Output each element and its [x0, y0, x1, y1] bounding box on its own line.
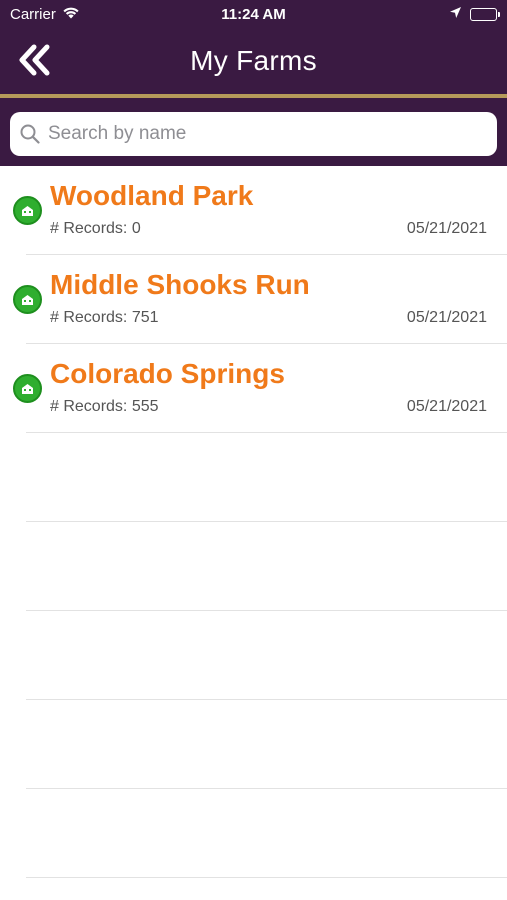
search-field[interactable]	[10, 112, 497, 156]
farm-icon	[13, 196, 42, 225]
farm-record-count: # Records: 0	[50, 220, 141, 237]
empty-row	[0, 611, 507, 700]
farm-name: Middle Shooks Run	[50, 269, 310, 300]
page-title: My Farms	[190, 45, 317, 76]
navigation-bar: My Farms	[0, 28, 507, 94]
search-input[interactable]	[48, 123, 487, 145]
farm-icon	[13, 374, 42, 403]
empty-row	[0, 789, 507, 878]
battery-icon	[470, 7, 500, 21]
farm-date: 05/21/2021	[406, 309, 487, 326]
status-bar: Carrier 11:24 AM	[0, 0, 507, 28]
farm-row[interactable]: Woodland Park # Records: 0 05/21/2021	[0, 166, 507, 255]
empty-row	[0, 522, 507, 611]
farm-date: 05/21/2021	[406, 398, 487, 415]
farm-record-count: # Records: 555	[50, 398, 159, 415]
carrier-label: Carrier	[10, 5, 56, 23]
wifi-icon	[62, 6, 80, 23]
location-arrow-icon	[449, 6, 462, 23]
farm-name: Colorado Springs	[50, 358, 285, 389]
search-bar	[0, 98, 507, 156]
double-chevron-left-icon	[19, 44, 50, 76]
search-icon	[20, 124, 40, 144]
farm-date: 05/21/2021	[406, 220, 487, 237]
status-left: Carrier	[10, 6, 80, 23]
farm-list: Woodland Park # Records: 0 05/21/2021 Mi…	[0, 166, 507, 878]
farm-icon	[13, 285, 42, 314]
farm-name: Woodland Park	[50, 180, 254, 211]
back-button[interactable]	[14, 40, 54, 80]
farm-row[interactable]: Middle Shooks Run # Records: 751 05/21/2…	[0, 255, 507, 344]
app-header: Carrier 11:24 AM My Farms	[0, 0, 507, 166]
farm-record-count: # Records: 751	[50, 309, 159, 326]
empty-row	[0, 700, 507, 789]
status-right	[449, 6, 500, 23]
farm-row[interactable]: Colorado Springs # Records: 555 05/21/20…	[0, 344, 507, 433]
empty-row	[0, 433, 507, 522]
row-separator	[26, 877, 507, 878]
